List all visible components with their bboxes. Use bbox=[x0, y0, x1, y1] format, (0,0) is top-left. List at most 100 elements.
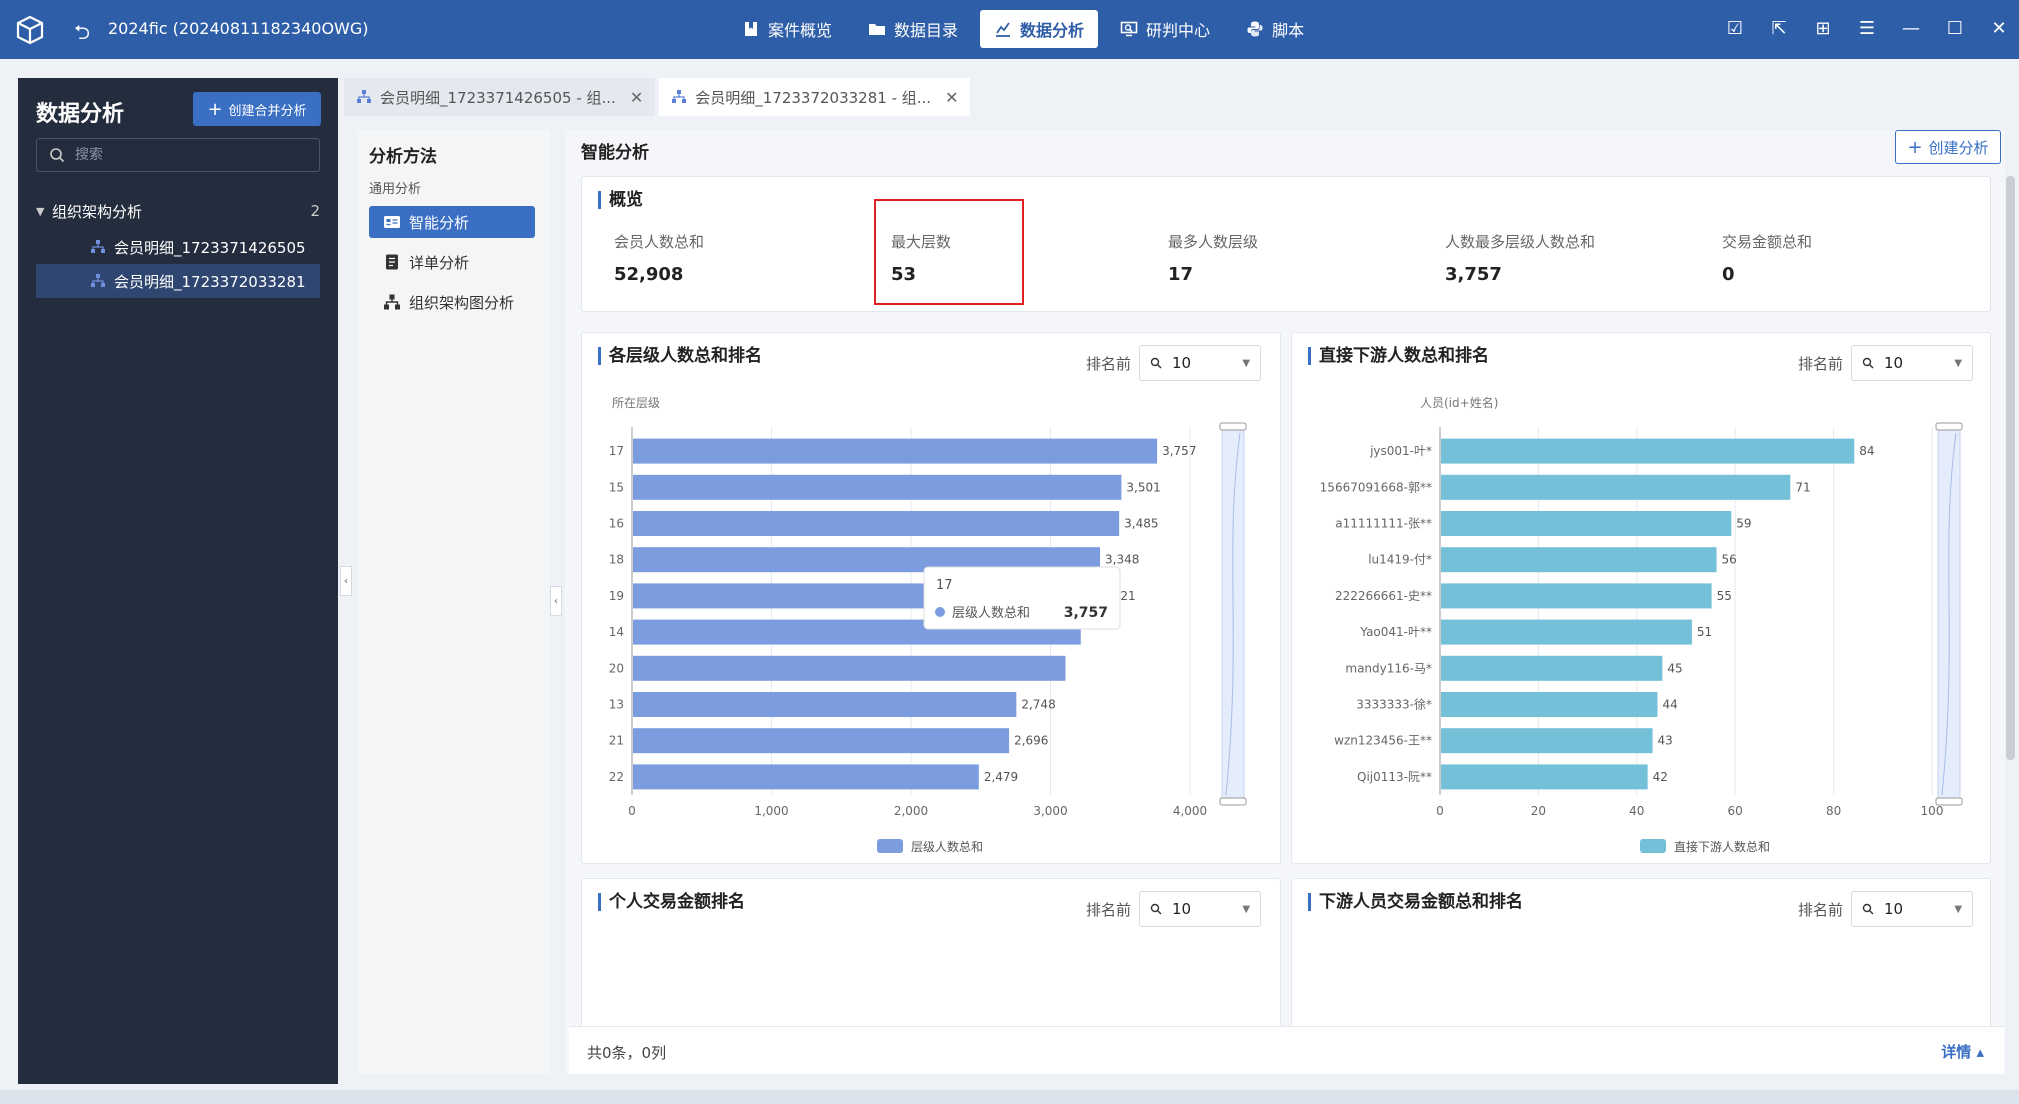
bar bbox=[1441, 655, 1663, 681]
rank-select[interactable]: 10 ▼ bbox=[1851, 891, 1974, 927]
tab-member-detail-2[interactable]: 会员明细_1723372033281 - 组... ✕ bbox=[659, 78, 971, 116]
close-tab-icon[interactable]: ✕ bbox=[945, 88, 958, 107]
search-icon bbox=[1150, 903, 1162, 915]
x-tick-label: 0 bbox=[1436, 804, 1444, 818]
create-merged-analysis-button[interactable]: + 创建合并分析 bbox=[193, 92, 321, 126]
bar bbox=[633, 692, 1017, 717]
document-icon bbox=[386, 254, 398, 270]
left-panel: 数据分析 + 创建合并分析 ▼ 组织架构分析 2 会员明细_1723371426… bbox=[18, 78, 338, 1084]
monitor-search-icon bbox=[1120, 21, 1138, 37]
bar-value-label: 56 bbox=[1722, 553, 1737, 567]
method-panel-title: 分析方法 bbox=[369, 147, 437, 167]
search-input[interactable] bbox=[75, 147, 295, 163]
tree-item-selected[interactable]: 会员明细_1723372033281 bbox=[36, 264, 320, 298]
method-smart-analysis[interactable]: 智能分析 bbox=[369, 206, 535, 238]
x-tick-label: 4,000 bbox=[1173, 804, 1207, 818]
back-icon[interactable]: ⮌ bbox=[74, 18, 90, 52]
rank-label: 排名前 bbox=[1086, 354, 1132, 373]
y-tick-label: 14 bbox=[609, 625, 624, 639]
plus-icon: + bbox=[207, 98, 223, 120]
downstream-bar-chart: 人员(id+姓名) 0 20 40 60 80 100 jys001-叶* 84 15667091… bbox=[1320, 395, 1963, 854]
nav-case-overview[interactable]: 案件概览 bbox=[728, 10, 846, 48]
nav-data-analysis[interactable]: 数据分析 bbox=[980, 10, 1099, 48]
tab-label: 会员明细_1723371426505 - 组... bbox=[380, 88, 616, 107]
bar bbox=[633, 728, 1010, 754]
bar-value-label: 45 bbox=[1667, 661, 1682, 675]
nav-label: 脚本 bbox=[1272, 21, 1305, 40]
y-tick-label: 19 bbox=[609, 589, 624, 603]
task-check-icon[interactable]: ☑ bbox=[1723, 16, 1747, 40]
nav-script[interactable]: 脚本 bbox=[1232, 10, 1318, 48]
bar bbox=[633, 438, 1158, 464]
tree-group-org[interactable]: ▼ 组织架构分析 2 bbox=[36, 196, 320, 226]
export-icon[interactable]: ⇱ bbox=[1767, 16, 1791, 40]
org-icon bbox=[672, 90, 687, 103]
minimize-icon[interactable]: — bbox=[1899, 16, 1923, 40]
rank-select[interactable]: 10 ▼ bbox=[1139, 345, 1262, 381]
bar-value-label: 42 bbox=[1653, 770, 1668, 784]
x-tick-label: 20 bbox=[1531, 804, 1546, 818]
rank-label: 排名前 bbox=[1798, 900, 1844, 919]
org-icon bbox=[91, 274, 105, 287]
menu-icon[interactable]: ☰ bbox=[1855, 16, 1879, 40]
toolbox-icon[interactable]: ⊞ bbox=[1811, 16, 1835, 40]
app-logo-icon bbox=[16, 15, 44, 45]
search-icon bbox=[50, 148, 65, 163]
create-analysis-button[interactable]: + 创建分析 bbox=[1895, 130, 2001, 164]
detail-toggle[interactable]: 详情 ▴ bbox=[1941, 1041, 1984, 1062]
y-tick-label: Qij0113-阮** bbox=[1357, 770, 1432, 784]
main-nav: 案件概览 数据目录 数据分析 研判中心 脚本 bbox=[728, 10, 1318, 48]
close-window-icon[interactable]: ✕ bbox=[1987, 16, 2011, 40]
tooltip-category: 17 bbox=[936, 578, 953, 593]
nav-data-catalog[interactable]: 数据目录 bbox=[854, 10, 972, 48]
main-scrollbar[interactable] bbox=[2006, 176, 2015, 760]
page-title: 智能分析 bbox=[581, 143, 649, 163]
tree-group-label: 组织架构分析 bbox=[52, 202, 143, 221]
rank-value: 10 bbox=[1172, 354, 1192, 372]
analysis-method-panel: 分析方法 通用分析 智能分析 详单分析 组织架构图分析 bbox=[357, 130, 550, 1074]
stat-most-populous-level-total: 人数最多层级人数总和 3,757 bbox=[1445, 231, 1665, 285]
legend-label: 层级人数总和 bbox=[911, 839, 983, 854]
maximize-icon[interactable]: ☐ bbox=[1943, 16, 1967, 40]
caret-down-icon[interactable]: ▼ bbox=[36, 205, 52, 218]
search-box bbox=[36, 138, 320, 172]
bar bbox=[1441, 764, 1648, 790]
collapse-method-panel-handle[interactable]: ‹ bbox=[550, 586, 562, 616]
bar bbox=[633, 474, 1122, 500]
stat-label: 最多人数层级 bbox=[1168, 233, 1259, 251]
y-tick-label: 13 bbox=[609, 698, 624, 712]
python-icon bbox=[1247, 21, 1263, 37]
bar-value-label: 51 bbox=[1697, 625, 1712, 639]
bar-value-label: 2,748 bbox=[1021, 698, 1055, 712]
y-tick-label: 222266661-史** bbox=[1335, 589, 1432, 603]
method-detail-analysis[interactable]: 详单分析 bbox=[369, 246, 535, 278]
bar-value-label: 3,757 bbox=[1162, 444, 1196, 458]
nav-research-center[interactable]: 研判中心 bbox=[1106, 10, 1224, 48]
y-tick-label: 20 bbox=[609, 661, 624, 675]
rank-select[interactable]: 10 ▼ bbox=[1139, 891, 1262, 927]
chevron-down-icon: ▼ bbox=[1954, 357, 1963, 369]
bar-value-label: 3,348 bbox=[1105, 553, 1139, 567]
rank-value: 10 bbox=[1884, 354, 1904, 372]
tab-member-detail-1[interactable]: 会员明细_1723371426505 - 组... ✕ bbox=[344, 78, 656, 116]
method-label: 详单分析 bbox=[409, 253, 470, 272]
nav-label: 数据分析 bbox=[1020, 21, 1085, 40]
rank-value: 10 bbox=[1884, 900, 1904, 918]
method-org-chart-analysis[interactable]: 组织架构图分析 bbox=[369, 286, 535, 318]
bar-value-label: 2,696 bbox=[1014, 734, 1048, 748]
chevron-down-icon: ▼ bbox=[1242, 903, 1251, 915]
bar bbox=[633, 655, 1066, 681]
rank-select[interactable]: 10 ▼ bbox=[1851, 345, 1974, 381]
stat-value: 17 bbox=[1168, 264, 1194, 285]
x-tick-label: 80 bbox=[1826, 804, 1841, 818]
level-bar-chart: 所在层级 0 1,000 2,000 3,000 4,000 17 3,757 15 3,501 1… bbox=[609, 396, 1247, 854]
bar bbox=[1441, 438, 1855, 464]
y-tick-label: lu1419-付* bbox=[1368, 553, 1432, 567]
close-tab-icon[interactable]: ✕ bbox=[630, 88, 643, 107]
rank-value: 10 bbox=[1172, 900, 1192, 918]
rank-label: 排名前 bbox=[1798, 354, 1844, 373]
collapse-left-panel-handle[interactable]: ‹ bbox=[340, 566, 352, 596]
overview-title: 概览 bbox=[598, 191, 643, 209]
tree-item[interactable]: 会员明细_1723371426505 bbox=[36, 230, 320, 264]
y-tick-label: Yao041-叶** bbox=[1359, 625, 1432, 639]
